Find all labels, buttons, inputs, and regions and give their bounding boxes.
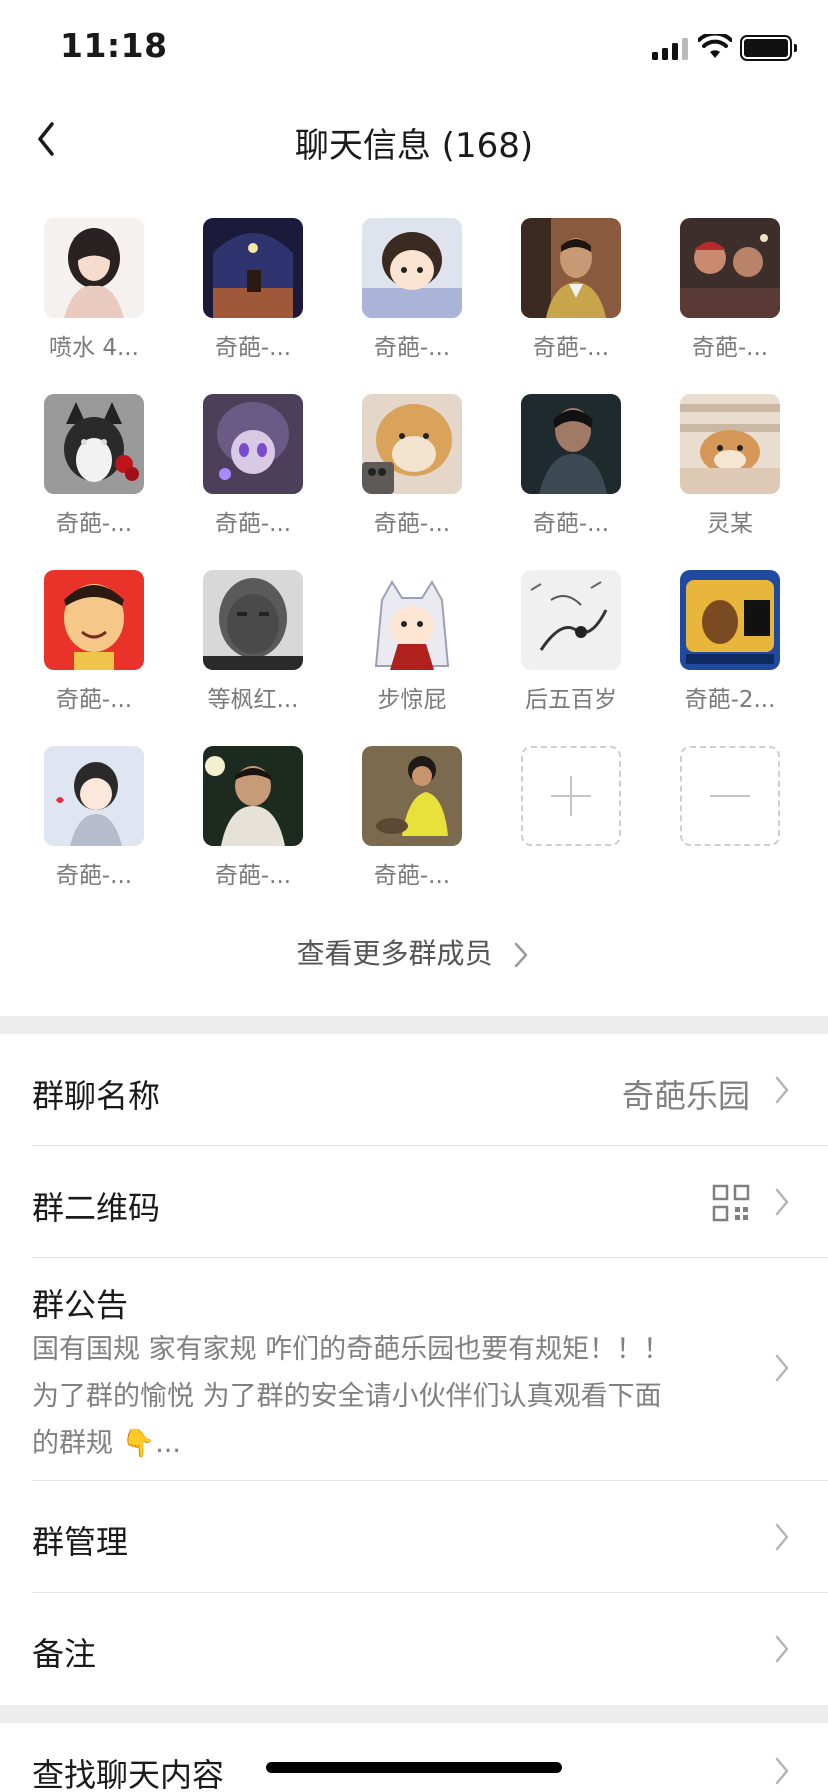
member-name: 奇葩-... — [532, 335, 610, 361]
minus-icon — [710, 795, 750, 797]
member-avatar[interactable] — [362, 746, 462, 846]
member-avatar[interactable] — [362, 570, 462, 670]
qr-code-icon — [712, 1184, 750, 1222]
member-item[interactable]: 奇葩-... — [183, 746, 323, 890]
qr-code-title: 群二维码 — [32, 1189, 161, 1227]
qr-code-row[interactable]: 群二维码 — [0, 1146, 828, 1258]
member-name: 灵某 — [707, 511, 753, 537]
chevron-right-icon — [775, 1635, 789, 1663]
page-title: 聊天信息 (168) — [294, 126, 534, 166]
search-chat-row[interactable]: 查找聊天内容 — [0, 1723, 828, 1792]
group-notice-line: 为了群的愉悦 为了群的安全请小伙伴们认真观看下面 — [32, 1381, 662, 1412]
member-avatar[interactable] — [44, 746, 144, 846]
member-avatar[interactable] — [203, 570, 303, 670]
member-item[interactable]: 灵某 — [660, 394, 800, 538]
view-more-members-link[interactable]: 查看更多群成员 — [0, 932, 828, 972]
member-item[interactable]: 奇葩-... — [501, 218, 641, 362]
member-item[interactable]: 奇葩-... — [24, 746, 164, 890]
remove-member-button[interactable] — [680, 746, 780, 846]
cellular-signal-icon — [652, 38, 688, 60]
member-name: 奇葩-... — [373, 335, 451, 361]
member-name: 步惊屁 — [377, 687, 447, 713]
member-avatar[interactable] — [521, 218, 621, 318]
member-name: 奇葩-... — [55, 863, 133, 889]
group-notice-title: 群公告 — [32, 1286, 129, 1324]
remove-member-item[interactable] — [660, 746, 800, 846]
chevron-right-icon — [775, 1188, 789, 1216]
chevron-right-icon — [775, 1523, 789, 1551]
nav-bar: 聊天信息 (168) — [0, 100, 828, 182]
member-name: 奇葩-... — [55, 687, 133, 713]
member-item[interactable]: 后五百岁 — [501, 570, 641, 714]
group-notice-row[interactable]: 群公告 国有国规 家有家规 咋们的奇葩乐园也要有规矩！！！ 为了群的愉悦 为了群… — [0, 1258, 828, 1480]
member-avatar[interactable] — [680, 394, 780, 494]
member-avatar[interactable] — [362, 394, 462, 494]
member-avatar[interactable] — [44, 570, 144, 670]
member-avatar[interactable] — [203, 218, 303, 318]
member-name: 奇葩-... — [532, 511, 610, 537]
member-avatar[interactable] — [680, 570, 780, 670]
group-notice-line: 的群规 👇... — [32, 1428, 181, 1459]
member-avatar[interactable] — [362, 218, 462, 318]
chevron-right-icon — [775, 1076, 789, 1104]
member-item[interactable]: 奇葩-2... — [660, 570, 800, 714]
search-chat-title: 查找聊天内容 — [32, 1756, 225, 1792]
member-item[interactable]: 奇葩-... — [24, 394, 164, 538]
status-time: 11:18 — [60, 26, 168, 65]
member-avatar[interactable] — [521, 570, 621, 670]
member-item[interactable]: 奇葩-... — [501, 394, 641, 538]
battery-icon — [740, 35, 797, 61]
chevron-right-icon — [775, 1354, 789, 1382]
member-name: 奇葩-... — [214, 511, 292, 537]
remark-row[interactable]: 备注 — [0, 1593, 828, 1705]
home-indicator — [266, 1762, 562, 1773]
member-avatar[interactable] — [44, 394, 144, 494]
member-name: 后五百岁 — [525, 687, 617, 713]
group-manage-row[interactable]: 群管理 — [0, 1481, 828, 1593]
member-item[interactable]: 奇葩-... — [183, 218, 323, 362]
member-item[interactable]: 等枫红... — [183, 570, 323, 714]
member-avatar[interactable] — [680, 218, 780, 318]
add-member-item[interactable] — [501, 746, 641, 846]
member-avatar[interactable] — [521, 394, 621, 494]
chevron-right-icon — [515, 942, 528, 968]
member-item[interactable]: 奇葩-... — [342, 394, 482, 538]
member-item[interactable]: 奇葩-... — [342, 218, 482, 362]
member-name: 奇葩-... — [214, 335, 292, 361]
remark-title: 备注 — [32, 1635, 97, 1673]
plus-icon — [551, 776, 591, 816]
member-item[interactable]: 奇葩-... — [660, 218, 800, 362]
member-avatar[interactable] — [44, 218, 144, 318]
member-name: 奇葩-... — [691, 335, 769, 361]
group-name-value: 奇葩乐园 — [621, 1077, 750, 1115]
member-name: 奇葩-2... — [684, 687, 776, 713]
group-notice-line: 国有国规 家有家规 咋们的奇葩乐园也要有规矩！！！ — [32, 1334, 671, 1365]
member-name: 奇葩-... — [55, 511, 133, 537]
group-name-row[interactable]: 群聊名称 奇葩乐园 — [0, 1034, 828, 1146]
member-item[interactable]: 喷水 4... — [24, 218, 164, 362]
status-bar: 11:18 — [0, 0, 828, 100]
member-item[interactable]: 步惊屁 — [342, 570, 482, 714]
member-avatar[interactable] — [203, 746, 303, 846]
member-name: 奇葩-... — [373, 511, 451, 537]
member-item[interactable]: 奇葩-... — [342, 746, 482, 890]
add-member-button[interactable] — [521, 746, 621, 846]
member-item[interactable]: 奇葩-... — [183, 394, 323, 538]
view-more-members-label: 查看更多群成员 — [296, 937, 493, 970]
member-name: 奇葩-... — [373, 863, 451, 889]
member-avatar[interactable] — [203, 394, 303, 494]
section-divider — [0, 1016, 828, 1034]
member-name: 等枫红... — [207, 687, 299, 713]
section-divider — [0, 1705, 828, 1723]
member-name: 奇葩-... — [214, 863, 292, 889]
member-name: 喷水 4... — [49, 335, 139, 361]
group-manage-title: 群管理 — [32, 1523, 129, 1561]
wifi-icon — [698, 34, 732, 58]
member-item[interactable]: 奇葩-... — [24, 570, 164, 714]
group-notice-text: 国有国规 家有家规 咋们的奇葩乐园也要有规矩！！！ 为了群的愉悦 为了群的安全请… — [32, 1326, 752, 1467]
group-name-title: 群聊名称 — [32, 1077, 161, 1115]
chevron-right-icon — [775, 1757, 789, 1785]
